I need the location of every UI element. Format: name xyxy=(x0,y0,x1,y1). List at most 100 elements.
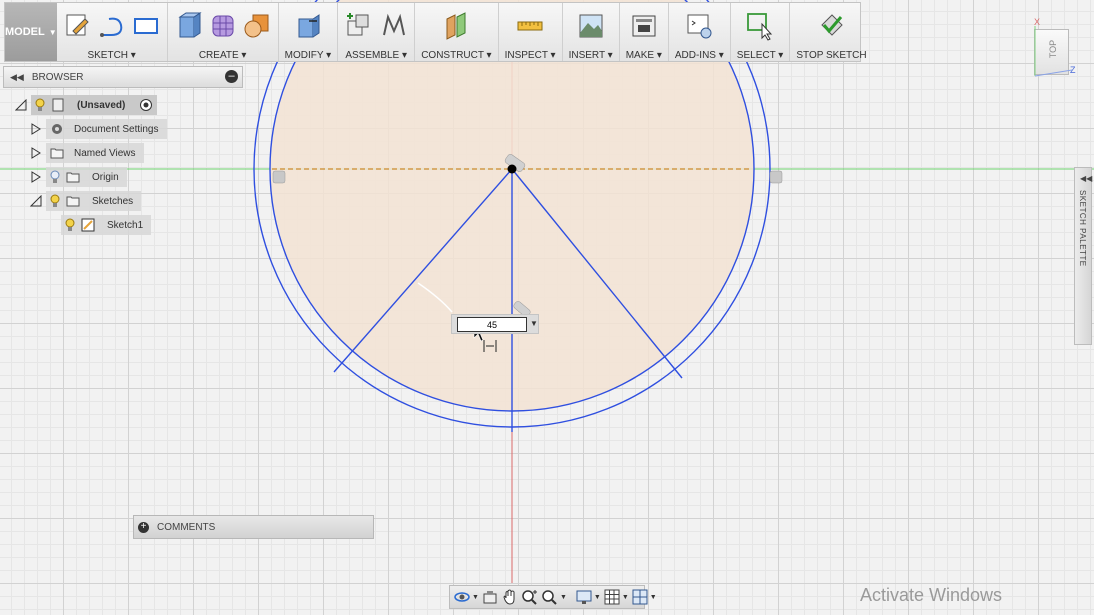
browser-item-sketches[interactable]: Sketches xyxy=(30,191,142,211)
press-pull-icon[interactable] xyxy=(293,11,323,41)
toolbar-group-modify[interactable]: MODIFY ▾ xyxy=(279,3,339,61)
look-at-button[interactable] xyxy=(481,587,499,607)
form-icon[interactable] xyxy=(208,11,238,41)
extrude-icon[interactable] xyxy=(174,11,204,41)
chevron-down-icon: ▾ xyxy=(238,50,247,61)
toolbar-label-assemble: ASSEMBLE ▾ xyxy=(345,50,408,61)
visibility-bulb-off-icon[interactable] xyxy=(50,170,60,184)
dimension-input[interactable] xyxy=(457,317,527,332)
toolbar-group-addins[interactable]: ADD-INS ▾ xyxy=(669,3,731,61)
toolbar-group-select[interactable]: SELECT ▾ xyxy=(731,3,791,61)
browser-item-unsaved[interactable]: (Unsaved) xyxy=(15,95,158,115)
fit-button[interactable]: ▼ xyxy=(541,587,567,607)
browser-node-origin[interactable]: Origin xyxy=(46,167,127,187)
browser-item-origin[interactable]: Origin xyxy=(30,167,127,187)
browser-node-named-views[interactable]: Named Views xyxy=(46,143,144,163)
display-icon xyxy=(576,590,592,604)
collapsed-triangle-icon[interactable] xyxy=(30,147,42,159)
sketch-palette-tab[interactable]: ◀◀ SKETCH PALETTE xyxy=(1074,167,1092,345)
comments-panel[interactable]: + COMMENTS xyxy=(133,515,374,539)
collapsed-triangle-icon[interactable] xyxy=(30,171,42,183)
visibility-bulb-icon[interactable] xyxy=(65,218,75,232)
browser-item-sketch1[interactable]: Sketch1 xyxy=(61,215,152,235)
toolbar-group-construct[interactable]: CONSTRUCT ▾ xyxy=(415,3,499,61)
toolbar-group-assemble[interactable]: ASSEMBLE ▾ xyxy=(338,3,416,61)
insert-image-icon[interactable] xyxy=(576,11,606,41)
chevron-down-icon: ▾ xyxy=(128,50,136,61)
toolbar-label-select: SELECT ▾ xyxy=(736,50,784,61)
collapse-left-icon[interactable]: ◀◀ xyxy=(10,72,24,83)
scripts-icon[interactable] xyxy=(684,11,714,41)
browser-item-named-views[interactable]: Named Views xyxy=(30,143,144,163)
toolbar-group-stop-sketch[interactable]: STOP SKETCH xyxy=(790,3,872,61)
expanded-triangle-icon[interactable] xyxy=(30,195,42,207)
zoom-button[interactable] xyxy=(521,587,539,607)
look-at-icon xyxy=(483,591,497,604)
derive-icon[interactable] xyxy=(242,11,272,41)
comments-label: COMMENTS xyxy=(157,521,216,533)
measure-icon[interactable] xyxy=(515,11,545,41)
browser-node-document-settings[interactable]: Document Settings xyxy=(46,119,167,139)
active-radio-icon[interactable] xyxy=(139,98,153,112)
dimension-input-box: ▼ xyxy=(451,314,539,334)
expanded-triangle-icon[interactable] xyxy=(15,99,27,111)
view-cube-axes-icon xyxy=(1034,26,1073,77)
browser-header[interactable]: ◀◀ BROWSER – xyxy=(3,66,243,88)
chevron-down-icon[interactable]: ▼ xyxy=(530,319,538,328)
chevron-down-icon: ▼ xyxy=(621,593,629,601)
stop-sketch-icon[interactable] xyxy=(816,11,846,41)
toolbar-group-insert[interactable]: INSERT ▾ xyxy=(563,3,620,61)
folder-icon xyxy=(50,148,64,159)
3d-print-icon[interactable] xyxy=(629,11,659,41)
browser-label-sketch1: Sketch1 xyxy=(107,219,144,231)
line-tool-icon[interactable] xyxy=(97,11,127,41)
chevron-down-icon: ▾ xyxy=(715,50,724,61)
chevron-down-icon: ▼ xyxy=(649,593,657,601)
offset-plane-icon[interactable] xyxy=(441,11,471,41)
folder-icon xyxy=(66,196,80,207)
pan-icon xyxy=(503,589,515,605)
sketch-icon xyxy=(81,218,95,232)
browser-node-unsaved[interactable]: (Unsaved) xyxy=(31,95,158,115)
plus-circle-icon[interactable]: + xyxy=(138,521,149,533)
browser-label-unsaved: (Unsaved) xyxy=(77,99,126,111)
toolbar-group-inspect[interactable]: INSPECT ▾ xyxy=(499,3,563,61)
orbit-button[interactable]: ▼ xyxy=(453,587,479,607)
workspace-selector[interactable]: MODEL ▼ xyxy=(5,3,57,61)
rectangle-tool-icon[interactable] xyxy=(131,11,161,41)
toolbar-label-construct: CONSTRUCT ▾ xyxy=(421,50,492,61)
toolbar-label-inspect: INSPECT ▾ xyxy=(504,50,556,61)
visibility-bulb-icon[interactable] xyxy=(35,98,45,112)
toolbar-group-create[interactable]: CREATE ▾ xyxy=(168,3,279,61)
constraint-right-icon xyxy=(769,170,783,184)
browser-item-document-settings[interactable]: Document Settings xyxy=(30,119,167,139)
browser-node-sketch1[interactable]: Sketch1 xyxy=(61,215,152,235)
toolbar-label-insert: INSERT ▾ xyxy=(568,50,613,61)
grid-icon xyxy=(604,589,620,605)
toolbar-label-make: MAKE ▾ xyxy=(625,50,662,61)
select-icon[interactable] xyxy=(745,11,775,41)
toolbar-group-sketch[interactable]: SKETCH ▾ xyxy=(57,3,168,61)
joint-icon[interactable] xyxy=(378,11,408,41)
document-icon xyxy=(52,98,64,112)
toolbar-label-sketch: SKETCH ▾ xyxy=(87,50,136,61)
collapsed-triangle-icon[interactable] xyxy=(30,123,42,135)
pan-button[interactable] xyxy=(501,587,519,607)
browser-label-sketches: Sketches xyxy=(92,195,134,207)
browser-node-sketches[interactable]: Sketches xyxy=(46,191,142,211)
viewports-button[interactable]: ▼ xyxy=(631,587,657,607)
visibility-bulb-icon[interactable] xyxy=(50,194,60,208)
sketch-palette-label: SKETCH PALETTE xyxy=(1078,190,1087,267)
create-sketch-icon[interactable] xyxy=(63,11,93,41)
grid-settings-button[interactable]: ▼ xyxy=(603,587,629,607)
toolbar-group-make[interactable]: MAKE ▾ xyxy=(620,3,669,61)
new-component-icon[interactable] xyxy=(344,11,374,41)
display-settings-button[interactable]: ▼ xyxy=(575,587,601,607)
chevron-down-icon: ▼ xyxy=(559,593,567,601)
chevron-down-icon: ▾ xyxy=(547,50,556,61)
chevron-down-icon: ▾ xyxy=(399,50,408,61)
close-circle-icon[interactable]: – xyxy=(225,70,238,83)
workspace-label: MODEL xyxy=(5,26,45,38)
chevron-down-icon: ▼ xyxy=(472,593,479,601)
fit-icon xyxy=(542,590,557,605)
